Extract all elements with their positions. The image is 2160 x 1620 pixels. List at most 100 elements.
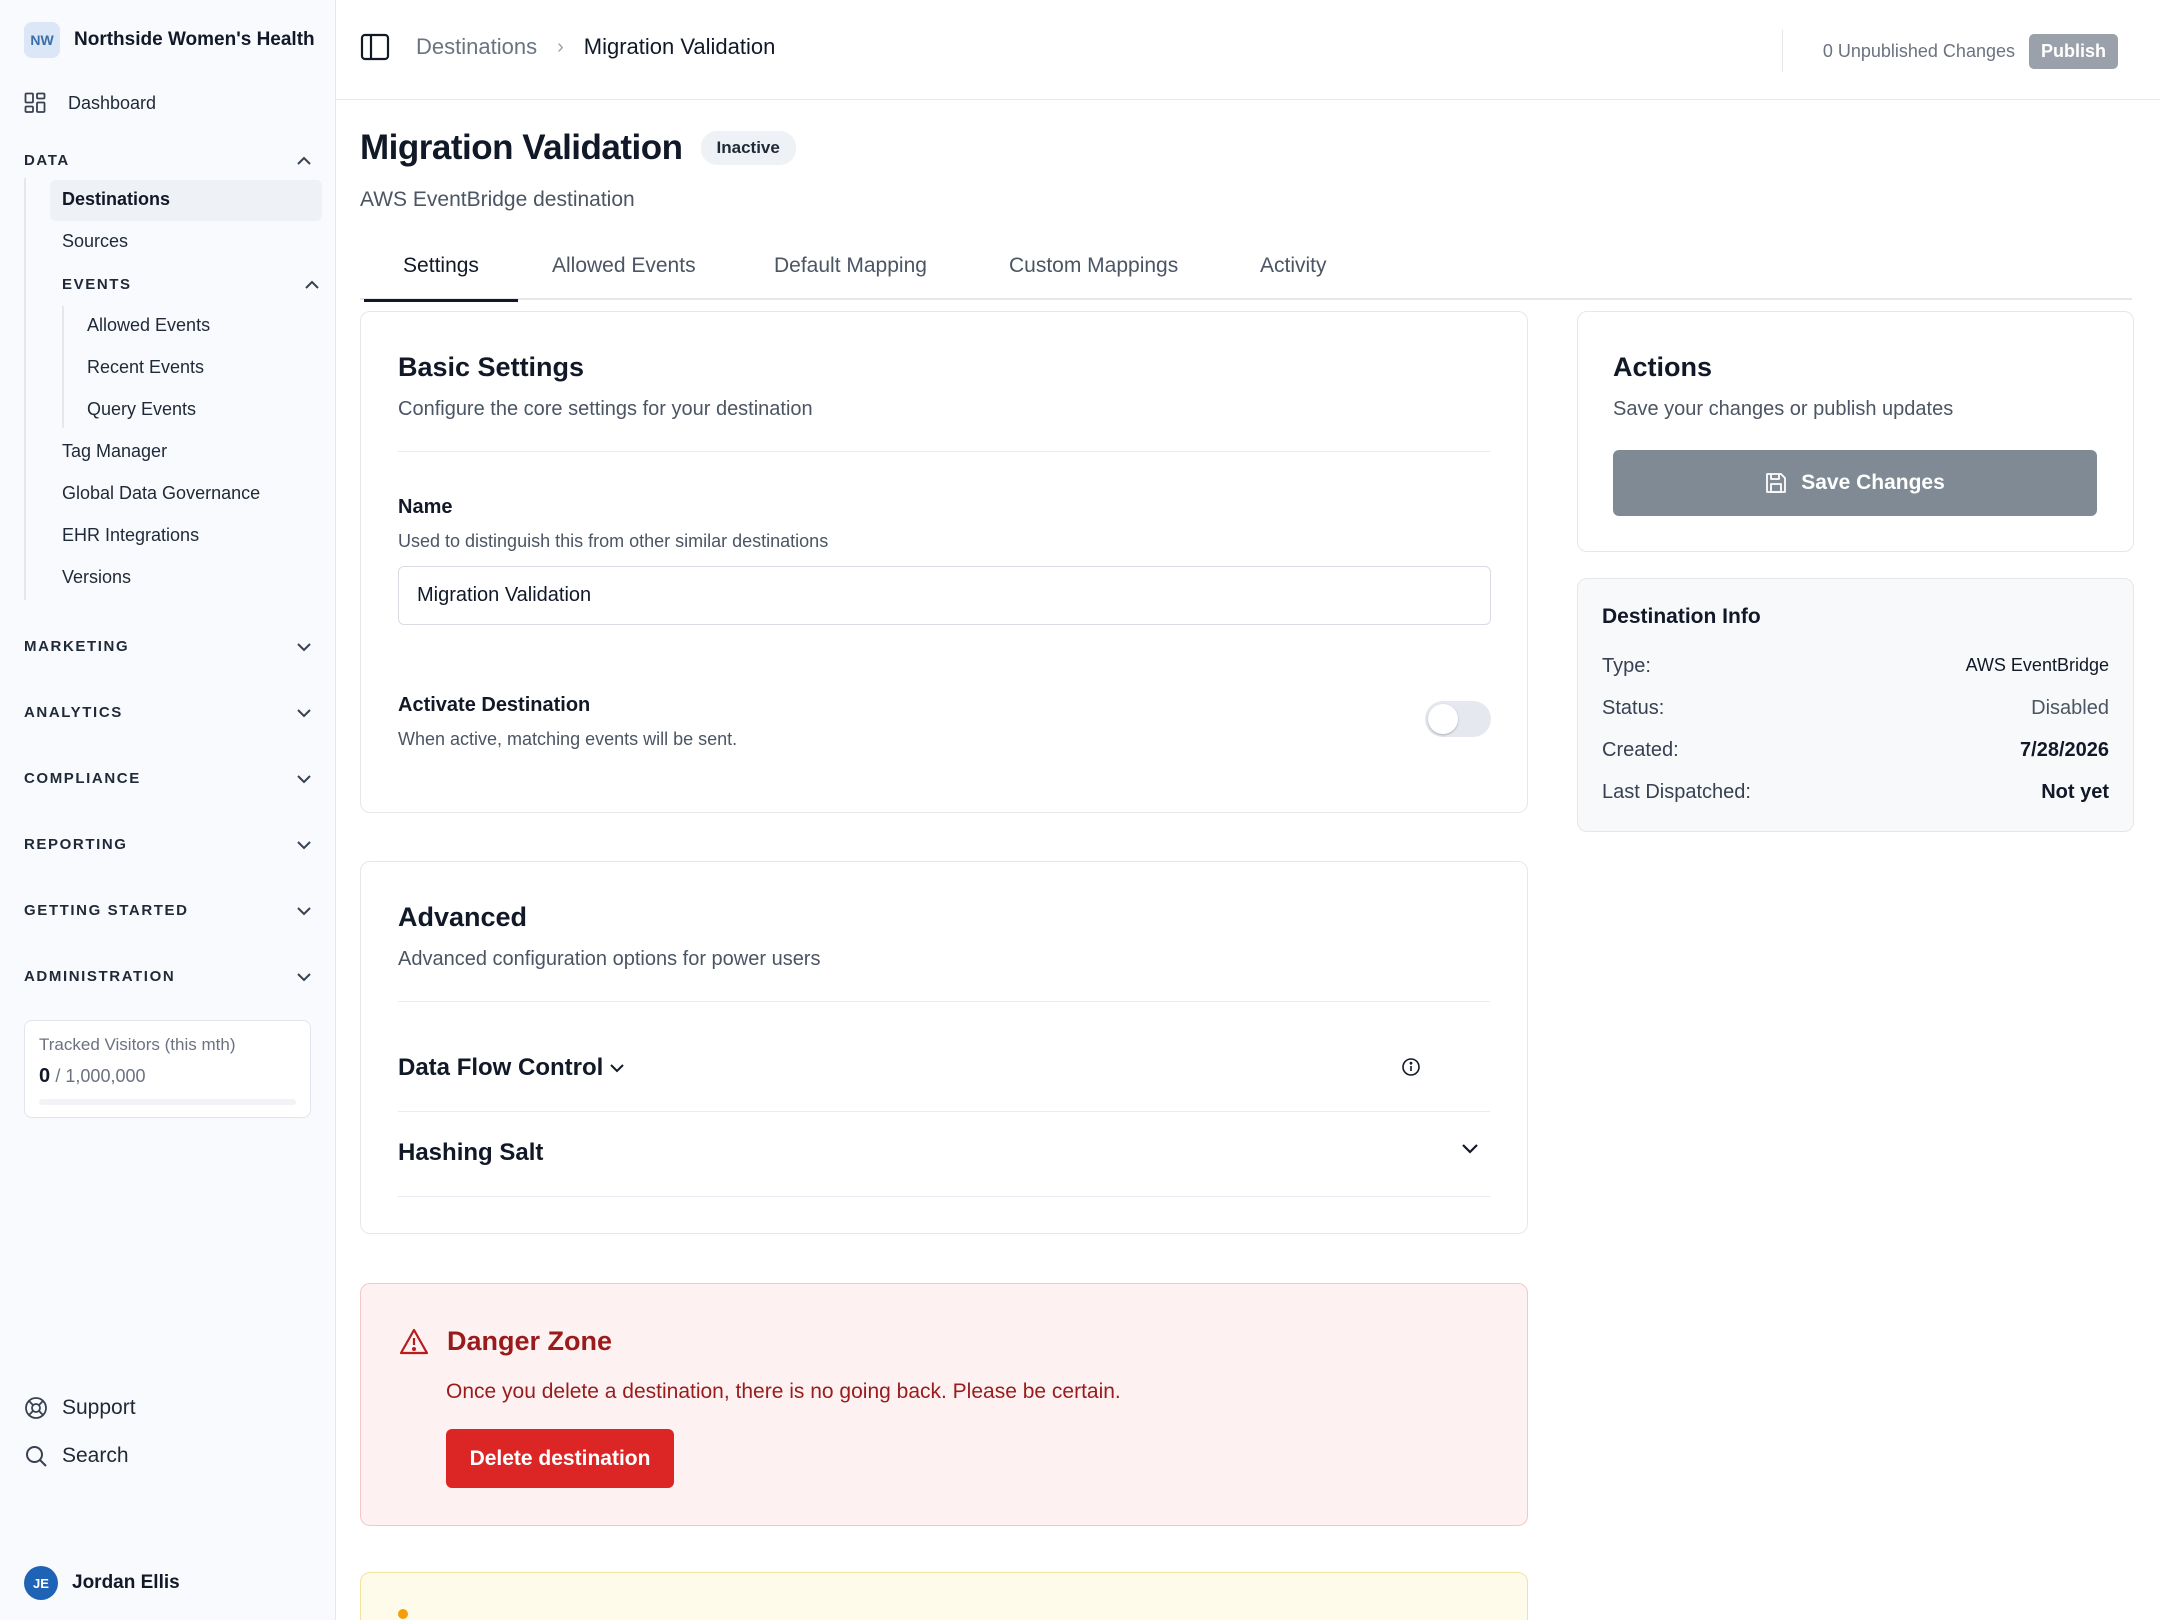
actions-desc: Save your changes or publish updates xyxy=(1613,398,1954,420)
publish-button[interactable]: Publish xyxy=(2028,33,2118,69)
org-switcher[interactable]: NW Northside Women's Health xyxy=(24,22,315,58)
section-label: MARKETING xyxy=(24,638,130,655)
visitors-progress-bar xyxy=(39,1099,296,1105)
tab-allowed-events[interactable]: Allowed Events xyxy=(552,254,696,302)
lifebuoy-icon xyxy=(24,1396,48,1420)
main-content: Migration Validation Inactive AWS EventB… xyxy=(336,100,2160,1620)
section-label: COMPLIANCE xyxy=(24,770,141,787)
page-title: Migration Validation xyxy=(360,128,683,167)
advanced-card: Advanced Advanced configuration options … xyxy=(360,861,1528,1234)
breadcrumb: Destinations › Migration Validation xyxy=(360,32,775,62)
sidebar-item-allowed-events[interactable]: Allowed Events xyxy=(87,315,210,336)
tab-settings[interactable]: Settings xyxy=(364,254,518,302)
support-link[interactable]: Support xyxy=(24,1396,136,1420)
sidebar-section-compliance[interactable]: COMPLIANCE xyxy=(24,770,312,787)
sidebar-item-ehr-integrations[interactable]: EHR Integrations xyxy=(62,525,199,546)
info-row-status: Status: Disabled xyxy=(1602,697,2109,720)
name-input[interactable] xyxy=(398,566,1491,625)
activate-toggle[interactable] xyxy=(1425,701,1491,737)
tab-custom-mappings[interactable]: Custom Mappings xyxy=(1009,254,1178,302)
sidebar-item-label: Dashboard xyxy=(68,92,157,113)
save-changes-label: Save Changes xyxy=(1801,471,1945,494)
sidebar-section-events[interactable]: EVENTS xyxy=(62,276,320,293)
status-badge: Inactive xyxy=(700,131,796,165)
sidebar-item-destinations[interactable]: Destinations xyxy=(62,189,170,210)
warning-card xyxy=(360,1572,1528,1620)
chevron-down-icon[interactable] xyxy=(1461,1143,1479,1155)
page-header: Migration Validation Inactive xyxy=(360,128,796,168)
search-link[interactable]: Search xyxy=(24,1444,129,1468)
info-status-value: Disabled xyxy=(2031,697,2109,719)
search-label: Search xyxy=(62,1444,129,1467)
section-label: ADMINISTRATION xyxy=(24,968,176,985)
tab-default-mapping[interactable]: Default Mapping xyxy=(774,254,927,302)
info-row-last-dispatched: Last Dispatched: Not yet xyxy=(1602,781,2109,804)
hashing-salt-label[interactable]: Hashing Salt xyxy=(398,1139,543,1167)
floppy-disk-icon xyxy=(1765,472,1787,494)
sidebar-item-versions[interactable]: Versions xyxy=(62,567,131,588)
activate-help: When active, matching events will be sen… xyxy=(398,729,738,749)
danger-zone-header: Danger Zone xyxy=(399,1326,612,1357)
publish-area: 0 Unpublished Changes Publish xyxy=(1781,30,2118,72)
sidebar: NW Northside Women's Health Dashboard DA… xyxy=(0,0,336,1620)
sidebar-section-getting-started[interactable]: GETTING STARTED xyxy=(24,902,312,919)
delete-destination-button[interactable]: Delete destination xyxy=(446,1429,674,1488)
sidebar-section-administration[interactable]: ADMINISTRATION xyxy=(24,968,312,985)
sidebar-section-marketing[interactable]: MARKETING xyxy=(24,638,312,655)
save-changes-button[interactable]: Save Changes xyxy=(1613,450,2097,516)
tracked-visitors-widget: Tracked Visitors (this mth) 0 / 1,000,00… xyxy=(24,1020,311,1118)
sidebar-item-tag-manager[interactable]: Tag Manager xyxy=(62,441,167,462)
divider xyxy=(1781,30,1783,72)
user-menu[interactable]: JE Jordan Ellis xyxy=(24,1566,180,1600)
actions-card: Actions Save your changes or publish upd… xyxy=(1577,311,2134,552)
danger-zone-title: Danger Zone xyxy=(447,1326,613,1356)
section-label: GETTING STARTED xyxy=(24,902,189,919)
section-label: EVENTS xyxy=(62,276,132,293)
actions-title: Actions xyxy=(1613,352,1713,382)
data-flow-control-toggle[interactable]: Data Flow Control xyxy=(398,1054,625,1082)
activate-label: Activate Destination xyxy=(398,694,591,716)
basic-settings-card: Basic Settings Configure the core settin… xyxy=(360,311,1528,813)
tab-activity[interactable]: Activity xyxy=(1260,254,1327,302)
divider xyxy=(398,1111,1490,1112)
danger-zone-card: Danger Zone Once you delete a destinatio… xyxy=(360,1283,1528,1526)
events-subnav xyxy=(62,306,64,428)
breadcrumb-destinations[interactable]: Destinations xyxy=(416,34,537,60)
data-flow-control-label: Data Flow Control xyxy=(398,1054,604,1081)
warning-dot-icon xyxy=(398,1609,408,1619)
toggle-knob xyxy=(1428,704,1458,734)
sidebar-item-recent-events[interactable]: Recent Events xyxy=(87,357,204,378)
sidebar-item-sources[interactable]: Sources xyxy=(62,231,128,252)
info-last-label: Last Dispatched: xyxy=(1602,781,1751,803)
destination-info-title: Destination Info xyxy=(1602,605,1761,628)
sidebar-item-global-data-governance[interactable]: Global Data Governance xyxy=(62,483,260,504)
danger-zone-desc: Once you delete a destination, there is … xyxy=(446,1380,1121,1403)
info-status-label: Status: xyxy=(1602,697,1665,719)
sidebar-section-analytics[interactable]: ANALYTICS xyxy=(24,704,312,721)
chevron-down-icon xyxy=(296,708,312,718)
sidebar-item-dashboard[interactable]: Dashboard xyxy=(24,92,156,114)
page-subtitle: AWS EventBridge destination xyxy=(360,188,635,211)
sidebar-section-data[interactable]: DATA xyxy=(24,152,312,169)
info-icon[interactable] xyxy=(1401,1057,1421,1077)
visitors-count: 0 xyxy=(39,1065,51,1087)
info-last-value: Not yet xyxy=(2041,781,2109,803)
sidebar-item-query-events[interactable]: Query Events xyxy=(87,399,196,420)
dashboard-grid-icon xyxy=(24,92,46,114)
info-created-value: 7/28/2026 xyxy=(2020,739,2109,761)
advanced-desc: Advanced configuration options for power… xyxy=(398,948,821,970)
advanced-title: Advanced xyxy=(398,902,528,932)
tracked-visitors-value: 0 / 1,000,000 xyxy=(39,1065,146,1088)
name-label: Name xyxy=(398,496,453,518)
org-name: Northside Women's Health xyxy=(74,29,315,50)
info-row-created: Created: 7/28/2026 xyxy=(1602,739,2109,762)
top-bar: Destinations › Migration Validation 0 Un… xyxy=(336,0,2160,100)
breadcrumb-separator: › xyxy=(557,35,564,58)
chevron-up-icon xyxy=(304,280,320,290)
section-label: ANALYTICS xyxy=(24,704,123,721)
sidebar-section-reporting[interactable]: REPORTING xyxy=(24,836,312,853)
info-type-value: AWS EventBridge xyxy=(1965,655,2109,675)
sidebar-toggle-icon[interactable] xyxy=(360,32,390,62)
divider xyxy=(398,1196,1490,1197)
chevron-down-icon xyxy=(296,774,312,784)
